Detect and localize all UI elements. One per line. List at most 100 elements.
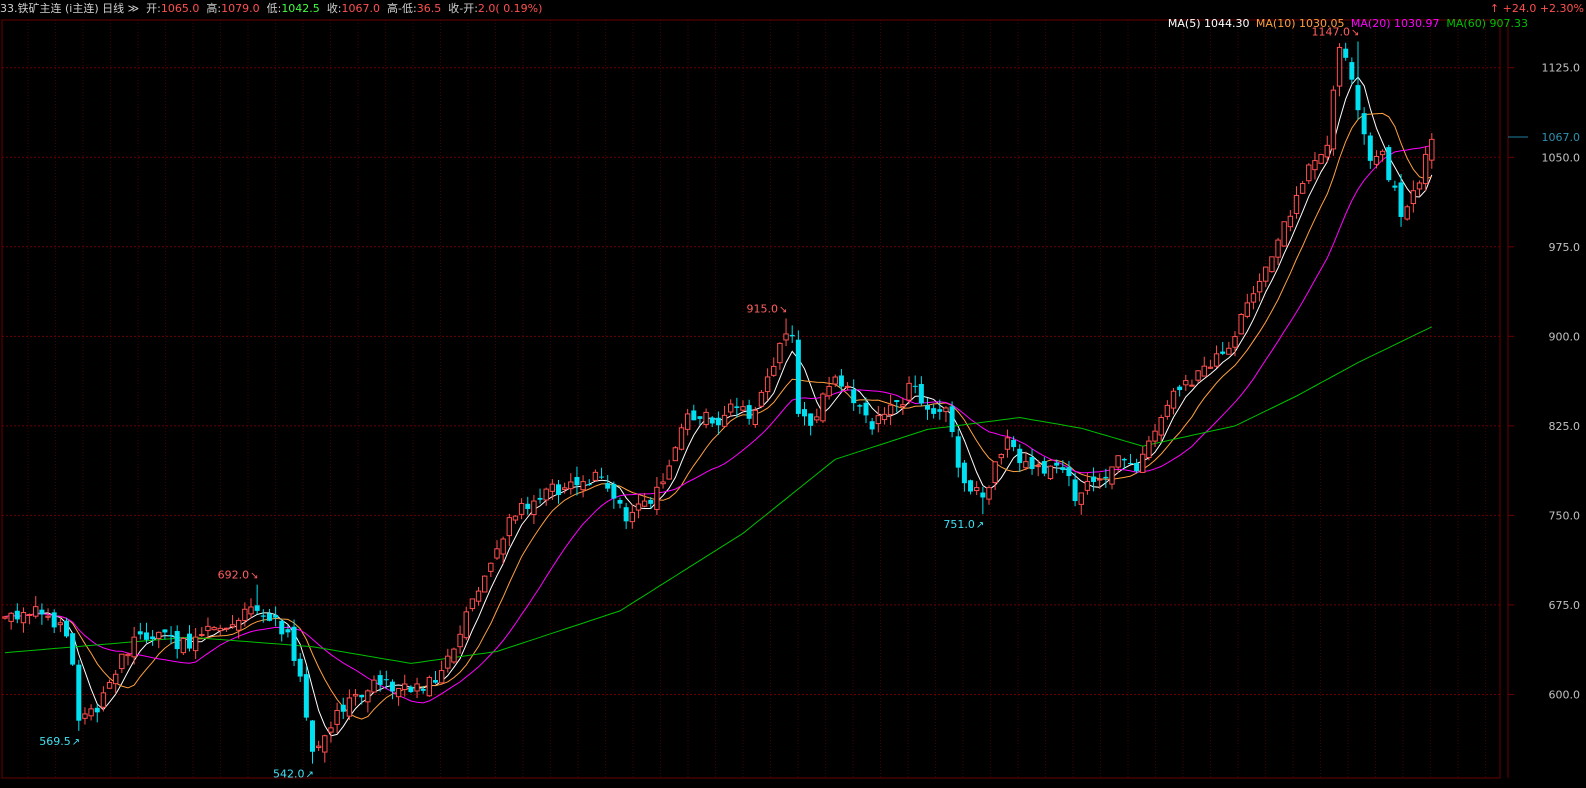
candle[interactable] [8,611,14,630]
candle[interactable] [1287,210,1294,232]
candle[interactable] [1429,133,1435,169]
candle[interactable] [635,494,642,519]
candle[interactable] [1410,180,1417,213]
candle[interactable] [1041,457,1047,477]
candle[interactable] [1177,384,1183,397]
candle[interactable] [857,403,863,414]
candle[interactable] [1349,57,1355,85]
candle[interactable] [746,399,752,425]
candle[interactable] [709,416,715,427]
candle[interactable] [1293,186,1300,219]
candle[interactable] [844,382,851,391]
candle[interactable] [463,606,469,641]
candle[interactable] [1078,492,1084,515]
candle[interactable] [1054,459,1060,474]
candle[interactable] [1047,465,1054,481]
candle[interactable] [279,618,285,642]
candle[interactable] [556,479,561,504]
candle[interactable] [654,476,660,515]
candle[interactable] [482,575,488,593]
candle[interactable] [106,679,113,689]
candle[interactable] [1379,149,1386,162]
candle[interactable] [1029,449,1035,475]
candle[interactable] [125,652,131,666]
candle[interactable] [1004,429,1011,458]
candle[interactable] [992,461,998,490]
candle[interactable] [887,394,894,425]
candle[interactable] [119,653,125,674]
candle[interactable] [1238,313,1244,335]
candle[interactable] [1299,180,1306,195]
candle[interactable] [986,485,992,505]
candle[interactable] [764,368,771,401]
candle[interactable] [617,497,623,509]
candle[interactable] [752,406,758,428]
candle[interactable] [881,407,888,425]
candle[interactable] [26,613,33,625]
candle[interactable] [1103,468,1109,488]
candle[interactable] [1367,132,1373,169]
candle[interactable] [568,473,574,495]
candle[interactable] [199,626,205,637]
candle[interactable] [703,408,709,429]
candle[interactable] [1170,388,1177,415]
candle[interactable] [512,515,519,524]
candle[interactable] [180,637,187,656]
candle[interactable] [721,405,728,428]
candle[interactable] [1416,180,1423,197]
candle[interactable] [371,675,377,693]
candle[interactable] [777,342,783,370]
candle[interactable] [955,429,961,478]
candle[interactable] [851,379,857,411]
candle[interactable] [273,606,279,627]
candle[interactable] [82,707,88,725]
candle[interactable] [968,479,974,495]
candle[interactable] [433,670,438,684]
candle[interactable] [980,486,986,515]
candle[interactable] [771,357,777,377]
candle[interactable] [506,513,513,546]
candle[interactable] [303,666,309,721]
candle[interactable] [426,675,433,697]
candle[interactable] [1263,266,1269,287]
candle[interactable] [168,626,174,645]
candle[interactable] [574,466,580,496]
candle[interactable] [192,627,199,659]
candle[interactable] [359,694,365,705]
candle[interactable] [248,598,254,619]
candle[interactable] [150,630,156,646]
candle[interactable] [205,617,211,639]
candle[interactable] [14,603,20,624]
candle[interactable] [580,475,586,498]
candle[interactable] [1244,293,1250,319]
candle[interactable] [174,625,180,659]
candle[interactable] [1146,435,1152,461]
candle[interactable] [1306,163,1312,184]
candle[interactable] [39,603,45,625]
candle[interactable] [691,404,697,421]
candle[interactable] [531,494,537,525]
candle[interactable] [666,459,672,480]
candle[interactable] [814,408,820,424]
candle[interactable] [820,392,826,423]
candle[interactable] [1275,237,1281,266]
candle[interactable] [70,632,76,666]
candle[interactable] [20,607,27,633]
candle[interactable] [869,417,875,435]
candle[interactable] [1023,451,1029,471]
candle[interactable] [537,488,543,504]
candle[interactable] [795,330,801,417]
candle[interactable] [1386,144,1392,183]
candle[interactable] [187,625,192,652]
candle[interactable] [906,376,912,404]
candle[interactable] [1250,285,1257,310]
candles[interactable] [2,41,1435,764]
candle[interactable] [623,502,629,530]
candle[interactable] [974,481,980,496]
candle[interactable] [728,399,734,417]
candle[interactable] [875,406,881,433]
candle[interactable] [143,622,149,644]
candle[interactable] [1195,369,1201,384]
candle[interactable] [758,389,765,409]
candle[interactable] [611,481,617,509]
